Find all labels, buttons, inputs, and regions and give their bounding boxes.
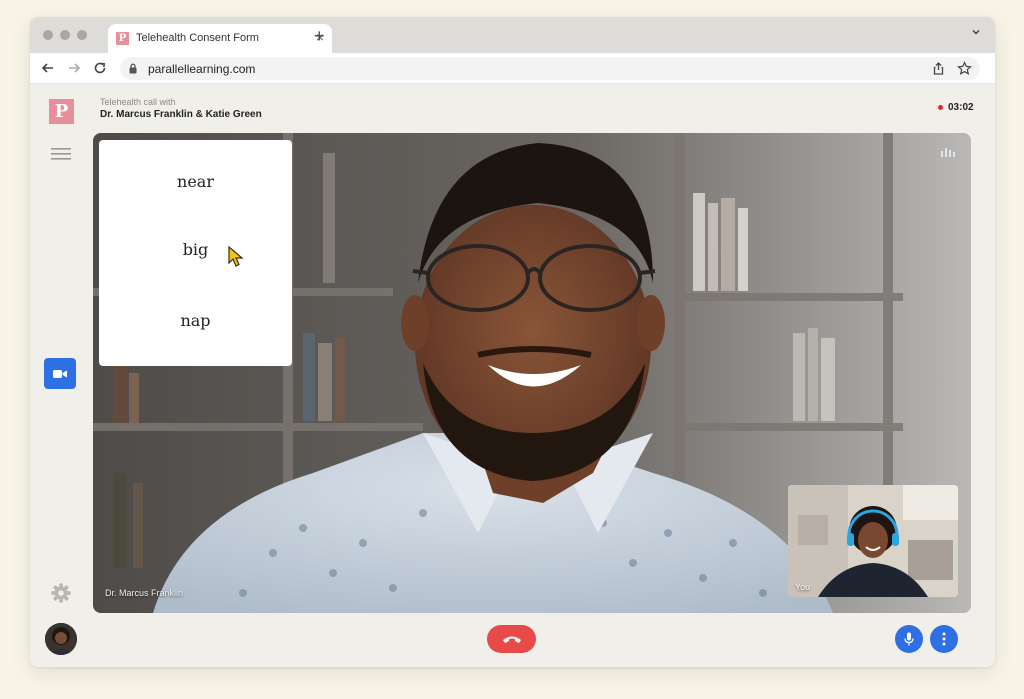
menu-icon[interactable] [51,147,71,161]
url-text: parallellearning.com [148,62,256,76]
self-view-label: You [795,582,811,592]
word-card: near big nap [99,140,292,366]
word-card-item[interactable]: near [99,172,292,191]
self-view-frame [788,485,958,597]
end-call-icon [502,636,521,643]
browser-toolbar: parallellearning.com [30,53,995,84]
call-participants: Dr. Marcus Franklin & Katie Green [100,109,262,120]
forward-arrow-icon[interactable] [66,60,82,76]
avatar[interactable] [45,623,77,655]
word-card-item[interactable]: big [99,240,292,259]
tab-list-chevron-icon[interactable] [971,27,981,37]
window-zoom-dot[interactable] [77,30,87,40]
end-call-button[interactable] [487,625,536,653]
app-logo[interactable]: P [49,99,74,124]
reload-icon[interactable] [92,60,108,76]
avatar-image [45,623,77,655]
share-icon[interactable] [931,61,946,76]
recording-indicator [938,105,943,110]
more-options-button[interactable] [930,625,958,653]
tab-favicon: P [116,32,129,45]
main-video[interactable]: near big nap Dr. Marcus Franklin You [93,133,971,613]
video-camera-icon [53,369,67,378]
gear-icon[interactable] [50,582,72,604]
browser-tab[interactable]: P Telehealth Consent Form × [108,24,332,53]
video-camera-button[interactable] [44,358,76,389]
self-view-video[interactable]: You [788,485,958,597]
participant-name-label: Dr. Marcus Franklin [105,588,184,598]
more-vertical-icon [942,632,946,646]
new-tab-button[interactable]: + [314,27,325,45]
back-arrow-icon[interactable] [40,60,56,76]
window-minimize-dot[interactable] [60,30,70,40]
star-icon[interactable] [957,61,972,76]
call-timer: 03:02 [948,102,974,113]
lock-icon [129,63,137,74]
address-bar[interactable]: parallellearning.com [120,57,980,80]
microphone-button[interactable] [895,625,923,653]
pointer-cursor-icon [228,246,244,267]
tab-title: Telehealth Consent Form [136,32,259,44]
tab-strip: P Telehealth Consent Form × + [30,17,995,53]
microphone-icon [904,632,914,646]
browser-window: P Telehealth Consent Form × + parallelle… [30,17,995,667]
audio-level-icon [941,148,955,157]
word-card-item[interactable]: nap [99,311,292,330]
window-close-dot[interactable] [43,30,53,40]
call-with-label: Telehealth call with [100,97,176,107]
